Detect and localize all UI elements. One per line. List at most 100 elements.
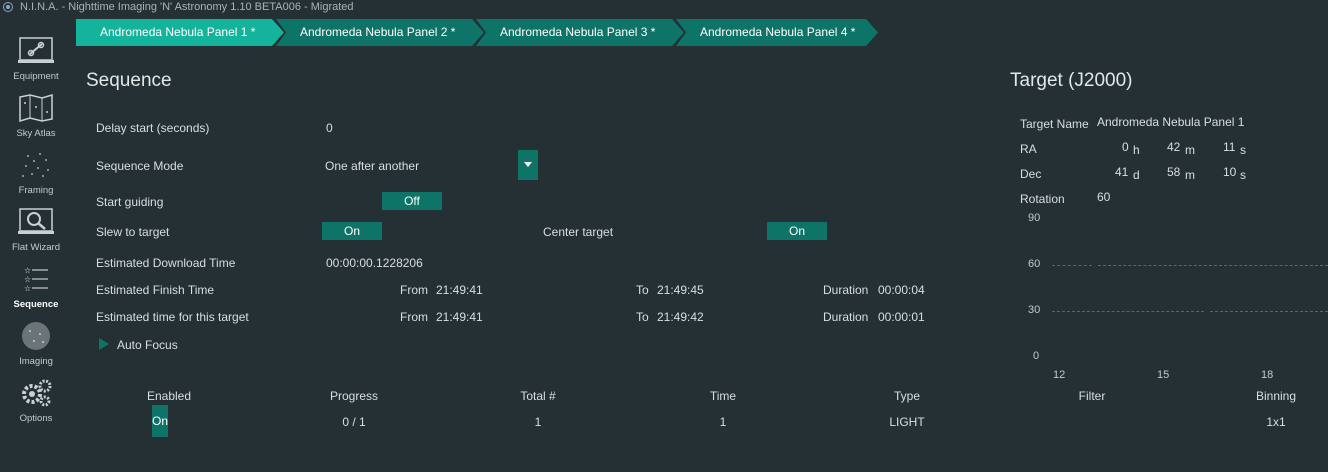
tab-panel-1[interactable]: Andromeda Nebula Panel 1 * <box>76 19 286 46</box>
sidebar-item-flat-wizard[interactable]: Flat Wizard <box>0 201 72 258</box>
sequence-mode-select[interactable]: One after another <box>325 159 419 173</box>
delay-input[interactable]: 0 <box>326 121 333 135</box>
expand-arrow-icon[interactable] <box>99 338 109 350</box>
sidebar-item-sequence[interactable]: ☆ ☆ ☆ Sequence <box>0 258 72 315</box>
sequence-mode-label: Sequence Mode <box>96 159 184 173</box>
column-header-total: Total # <box>520 389 556 403</box>
sidebar-item-equipment[interactable]: Equipment <box>0 30 72 87</box>
autofocus-label[interactable]: Auto Focus <box>117 338 178 352</box>
target-to-value: 21:49:42 <box>657 310 704 324</box>
app-icon <box>3 2 13 12</box>
column-header-enabled: Enabled <box>146 389 192 403</box>
start-guiding-label: Start guiding <box>96 195 164 209</box>
svg-text:☆: ☆ <box>24 275 31 284</box>
tab-label: Andromeda Nebula Panel 1 * <box>100 25 256 39</box>
sidebar-item-label: Equipment <box>13 71 59 82</box>
rotation-label: Rotation <box>1020 192 1065 206</box>
y-tick-label: 90 <box>1028 212 1041 224</box>
x-tick-label: 18 <box>1261 369 1274 381</box>
tab-panel-3[interactable]: Andromeda Nebula Panel 3 * <box>476 19 686 46</box>
enabled-toggle[interactable]: On <box>152 405 168 437</box>
ra-seconds-unit: s <box>1240 143 1246 157</box>
column-header-time: Time <box>709 389 737 403</box>
slew-toggle[interactable]: On <box>322 222 382 240</box>
sidebar-item-imaging[interactable]: Imaging <box>0 315 72 372</box>
tab-panel-2[interactable]: Andromeda Nebula Panel 2 * <box>276 19 486 46</box>
x-tick-label: 15 <box>1157 369 1170 381</box>
dec-minutes-input[interactable]: 58 <box>1167 165 1180 179</box>
column-header-binning: Binning <box>1255 389 1297 403</box>
equipment-icon <box>18 37 54 63</box>
time-cell[interactable]: 1 <box>720 415 727 429</box>
target-name-input[interactable]: Andromeda Nebula Panel 1 <box>1097 115 1244 129</box>
sidebar-item-label: Sky Atlas <box>16 128 56 139</box>
target-time-label: Estimated time for this target <box>96 310 249 324</box>
grid-line <box>1052 265 1092 266</box>
sequence-icon: ☆ ☆ ☆ <box>24 266 48 293</box>
y-tick-label: 30 <box>1028 304 1041 316</box>
dec-seconds-unit: s <box>1240 168 1246 182</box>
rotation-input[interactable]: 60 <box>1097 190 1110 204</box>
target-from-label: From <box>400 310 428 324</box>
sidebar-item-label: Options <box>19 413 53 424</box>
dec-degrees-input[interactable]: 41 <box>1115 165 1128 179</box>
delay-label: Delay start (seconds) <box>96 121 210 135</box>
slew-label: Slew to target <box>96 225 170 239</box>
y-tick-label: 0 <box>1033 350 1040 362</box>
finish-from-label: From <box>400 283 428 297</box>
column-header-type: Type <box>893 389 921 403</box>
framing-icon <box>22 153 49 177</box>
tab-panel-4[interactable]: Andromeda Nebula Panel 4 * <box>676 19 886 46</box>
binning-cell[interactable]: 1x1 <box>1266 415 1285 429</box>
sidebar-item-options[interactable]: Options <box>0 372 72 429</box>
x-tick-label: 12 <box>1053 369 1066 381</box>
title-bar: N.I.N.A. - Nighttime Imaging 'N' Astrono… <box>0 0 1328 14</box>
enabled-value: On <box>152 414 169 428</box>
tab-label: Andromeda Nebula Panel 4 * <box>700 25 856 39</box>
finish-duration-value: 00:00:04 <box>878 283 925 297</box>
finish-to-value: 21:49:45 <box>657 283 704 297</box>
finish-from-value: 21:49:41 <box>436 283 483 297</box>
sky-atlas-icon <box>19 93 53 123</box>
sidebar-item-label: Flat Wizard <box>11 242 61 253</box>
sidebar-item-label: Imaging <box>19 356 53 367</box>
sidebar-item-framing[interactable]: Framing <box>0 144 72 201</box>
ra-minutes-input[interactable]: 42 <box>1167 140 1180 154</box>
ra-hours-input[interactable]: 0 <box>1122 140 1129 154</box>
grid-line <box>1210 311 1328 312</box>
sequence-title: Sequence <box>86 70 172 91</box>
ra-minutes-unit: m <box>1185 143 1195 157</box>
flat-wizard-icon <box>18 208 54 234</box>
download-time-label: Estimated Download Time <box>96 256 236 270</box>
column-header-filter: Filter <box>1078 389 1106 403</box>
dec-minutes-unit: m <box>1185 168 1195 182</box>
finish-time-label: Estimated Finish Time <box>96 283 215 297</box>
dec-label: Dec <box>1020 167 1042 181</box>
sidebar-item-sky-atlas[interactable]: Sky Atlas <box>0 87 72 144</box>
imaging-icon <box>22 322 50 350</box>
dec-seconds-input[interactable]: 10 <box>1223 165 1236 179</box>
tab-label: Andromeda Nebula Panel 3 * <box>500 25 656 39</box>
tab-label: Andromeda Nebula Panel 2 * <box>300 25 456 39</box>
target-to-label: To <box>636 310 649 324</box>
start-guiding-toggle[interactable]: Off <box>382 192 442 210</box>
sidebar-item-label: Framing <box>18 185 54 196</box>
ra-seconds-input[interactable]: 11 <box>1223 140 1235 154</box>
target-from-value: 21:49:41 <box>436 310 483 324</box>
column-header-progress: Progress <box>329 389 379 403</box>
target-title: Target (J2000) <box>1010 70 1133 91</box>
center-target-toggle[interactable]: On <box>767 222 827 240</box>
chevron-down-icon[interactable] <box>518 150 538 180</box>
progress-cell: 0 / 1 <box>342 415 366 429</box>
grid-line <box>1052 311 1204 312</box>
y-tick-label: 60 <box>1028 258 1041 270</box>
svg-text:☆: ☆ <box>24 284 31 293</box>
options-icon <box>22 379 52 407</box>
target-tabs: Andromeda Nebula Panel 1 * Andromeda Neb… <box>76 19 896 46</box>
target-duration-label: Duration <box>823 310 869 324</box>
total-cell[interactable]: 1 <box>535 415 542 429</box>
sidebar-item-label: Sequence <box>13 299 59 310</box>
svg-text:☆: ☆ <box>24 266 31 275</box>
finish-to-label: To <box>636 283 649 297</box>
type-cell[interactable]: LIGHT <box>889 415 924 429</box>
